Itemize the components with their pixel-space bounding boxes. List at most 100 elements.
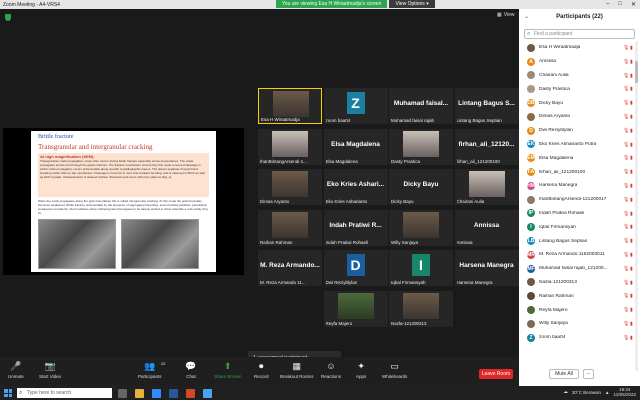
participant-row[interactable]: Reyfa Majero 🎙 ▮ — [519, 303, 635, 317]
collapse-icon[interactable]: ⌄ — [524, 9, 529, 26]
panel-scrollbar[interactable] — [635, 41, 638, 371]
participant-row[interactable]: EK Eko Kries Asharianto Putra 🎙 ▮ — [519, 138, 635, 152]
participants-icon: 👥 — [144, 360, 156, 371]
participant-row[interactable]: Willy Sanjaya 🎙 ▮ — [519, 317, 635, 331]
participant-row[interactable]: A Annissa 🎙 ▮ — [519, 55, 635, 69]
participant-row[interactable]: MF Muhamad faisal rajab_121200... 🎙 ▮ — [519, 262, 635, 276]
meeting-area: ▦ View Brittle fracture Transgranular an… — [0, 9, 519, 365]
video-tile[interactable]: Willy Sanjaya — [389, 209, 453, 246]
video-tile[interactable]: Zzoom baa04 — [323, 88, 388, 124]
network-icon[interactable]: ▲ — [605, 390, 609, 395]
view-button[interactable]: ▦ View — [497, 12, 514, 18]
task-view-icon[interactable] — [118, 388, 127, 398]
participant-list: Esa H Wiraatmadja 🎙 ▮ A Annissa 🎙 ▮ Chairani Au… — [519, 41, 635, 345]
participant-row[interactable]: Chairani Aulia 🎙 ▮ — [519, 69, 635, 83]
video-tile[interactable]: Annissa Annissa — [454, 209, 519, 246]
participant-row[interactable]: MR M. Reza Armando 1162003011 🎙 ▮ — [519, 248, 635, 262]
tile-video-image — [272, 211, 308, 238]
participant-row[interactable]: Nazla-121200313 🎙 ▮ — [519, 276, 635, 290]
participant-name: Annissa — [539, 59, 557, 65]
participant-row[interactable]: HM Harsena Manegra 🎙 ▮ — [519, 179, 635, 193]
chat-button[interactable]: 💬 Chat — [185, 361, 196, 380]
mic-muted-icon: 🎙 — [623, 196, 630, 203]
video-tile[interactable]: Harsena Manegra Harsena Manegra — [454, 250, 519, 286]
participant-row[interactable]: D Dwi Reziyblylan 🎙 ▮ — [519, 124, 635, 138]
whiteboards-button[interactable]: ▭ Whiteboards — [382, 361, 407, 380]
breakout-rooms-button[interactable]: ▦ Breakout Rooms — [280, 361, 314, 380]
windows-start-icon[interactable] — [4, 389, 12, 397]
video-tile[interactable]: IhanBintangArsendi-1... — [258, 128, 322, 165]
scrollbar-thumb[interactable] — [635, 61, 638, 83]
view-options-button[interactable]: View Options ▾ — [389, 0, 435, 8]
minimize-button[interactable]: – — [606, 1, 609, 8]
video-tile[interactable]: D Dwi Reziyblylan — [323, 250, 388, 286]
tile-video-image — [337, 292, 374, 319]
participant-row[interactable]: EM Elsa Magdalena 🎙 ▮ — [519, 151, 635, 165]
participant-search-input[interactable]: Find a participant — [524, 29, 635, 39]
participant-name: Elsa Magdalena — [539, 155, 574, 161]
clock[interactable]: 19:34 12/05/2022 — [613, 387, 636, 397]
tile-display-name: Muhamad faisal... — [393, 100, 449, 107]
video-tile[interactable]: firhan_ali_12120... firhan_ali_121200100 — [454, 128, 519, 165]
participant-name: Dicky Bayu — [539, 100, 563, 106]
windows-taskbar: Type here to search ☁ 30°C Berawan ▲ 19:… — [0, 386, 640, 400]
participant-name: Muhamad faisal rajab_121200... — [539, 266, 608, 272]
participants-button[interactable]: 👥 22 Participants — [138, 360, 166, 380]
participant-row[interactable]: DB Dicky Bayu 🎙 ▮ — [519, 96, 635, 110]
taskbar-search-input[interactable]: Type here to search — [17, 388, 112, 398]
tile-name-label: Esa H Wiraatmadja — [261, 117, 300, 122]
start-video-button[interactable]: 📷 Start Video — [39, 361, 61, 380]
word-icon[interactable] — [169, 388, 178, 398]
apps-button[interactable]: ✦ Apps — [356, 361, 366, 380]
participant-status-icons: 🎙 ▮ — [623, 128, 635, 134]
participant-avatar: DB — [527, 99, 535, 108]
tile-name-label: Lintang Bagus Septian — [456, 118, 502, 123]
participant-row[interactable]: Raihan Rahman 🎙 ▮ — [519, 289, 635, 303]
participant-row[interactable]: Dimas Aryanto 🎙 ▮ — [519, 110, 635, 124]
sem-image-b — [121, 219, 199, 269]
video-tile[interactable]: Eko Kries Ashari... Eko Kries Asharianto — [323, 169, 388, 205]
weather-text[interactable]: 30°C Berawan — [572, 390, 601, 395]
video-tile[interactable]: Muhamad faisal... Muhamad faisal rajab — [389, 88, 453, 124]
video-tile[interactable]: Raihan Rahman — [258, 209, 322, 246]
video-tile[interactable]: Nazla-121200313 — [389, 290, 453, 327]
video-tile[interactable]: Chairani Aulia — [454, 169, 519, 205]
participant-row[interactable]: IhanBintangArsendi-121200017 🎙 ▮ — [519, 193, 635, 207]
maximize-button[interactable]: □ — [618, 1, 622, 8]
mute-all-button[interactable]: Mute All — [549, 369, 579, 379]
edge-icon[interactable] — [203, 388, 212, 398]
video-tile[interactable]: Dasty Prastica — [389, 128, 453, 165]
tile-name-label: firhan_ali_121200100 — [456, 158, 500, 164]
powerpoint-icon[interactable] — [186, 388, 195, 398]
video-tile[interactable]: Reyfa Majero — [323, 290, 388, 327]
more-options-button[interactable]: ... — [583, 369, 594, 379]
zoom-app-icon[interactable] — [152, 388, 161, 398]
participant-row[interactable]: LB Lintang Bagus Septian 🎙 ▮ — [519, 234, 635, 248]
participant-row[interactable]: FA firhan_ali_121200100 🎙 ▮ — [519, 165, 635, 179]
reactions-button[interactable]: ☺ Reactions — [321, 361, 341, 379]
close-button[interactable]: ✕ — [631, 1, 636, 8]
participant-row[interactable]: Dasty Prastica 🎙 ▮ — [519, 82, 635, 96]
shield-icon[interactable] — [5, 14, 11, 21]
video-tile[interactable]: Indah Pratiwi R... Indah Pratiwi Rohaeli — [323, 209, 388, 246]
video-tile[interactable]: Dimas Aryanto — [258, 169, 322, 205]
breakout-rooms-label: Breakout Rooms — [280, 374, 314, 379]
participant-row[interactable]: IP Indah Pratiwi Rohaeli 🎙 ▮ — [519, 207, 635, 221]
participant-row[interactable]: I Iqbal Firmansyah 🎙 ▮ — [519, 220, 635, 234]
video-tile[interactable]: I Iqbal Firmansyah — [389, 250, 453, 286]
file-explorer-icon[interactable] — [135, 388, 144, 398]
participant-row[interactable]: Zzoom baa04 🎙 ▮ — [519, 331, 635, 345]
video-tile[interactable]: Dicky Bayu Dicky Bayu — [389, 169, 453, 205]
participant-avatar — [527, 71, 535, 80]
video-tile[interactable]: Elsa Magdalena Elsa Magdalena — [323, 128, 388, 165]
unmute-button[interactable]: 🎤 Unmute — [8, 360, 24, 380]
mic-muted-icon: 🎙 — [623, 100, 630, 107]
record-button[interactable]: ⏺ Record — [254, 361, 269, 380]
video-tile[interactable]: Esa H Wiraatmadja — [258, 88, 322, 124]
participant-row[interactable]: Esa H Wiraatmadja 🎙 ▮ — [519, 41, 635, 55]
video-tile[interactable]: M. Reza Armando... M. Reza Armando 11... — [258, 250, 322, 286]
microphone-muted-icon: 🎤 — [10, 360, 22, 371]
video-tile[interactable]: Lintang Bagus S... Lintang Bagus Septian — [454, 88, 519, 124]
leave-room-button[interactable]: Leave Room — [479, 369, 513, 379]
share-screen-button[interactable]: ⬆ Share Screen — [214, 361, 242, 380]
